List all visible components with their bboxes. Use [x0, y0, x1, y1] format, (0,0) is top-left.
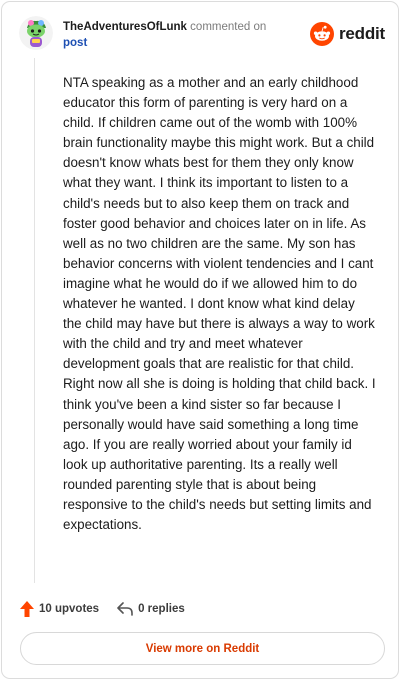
reddit-wordmark: reddit	[339, 24, 386, 43]
comment-actions: 10 upvotes 0 replies	[20, 599, 185, 619]
embedded-comment-card: TheAdventuresOfLunk commented on post re…	[1, 1, 399, 679]
reply-count: 0 replies	[138, 603, 185, 615]
reddit-logo[interactable]: reddit	[310, 21, 385, 47]
snoo-avatar[interactable]	[19, 16, 53, 50]
upvote-arrow-icon	[20, 601, 34, 617]
thread-line	[34, 58, 35, 583]
post-link[interactable]: post	[63, 35, 293, 51]
reply-button[interactable]: 0 replies	[117, 602, 185, 616]
commented-on-text: commented on	[190, 21, 267, 33]
reddit-alien-icon	[310, 22, 334, 46]
view-more-button[interactable]: View more on Reddit	[20, 632, 385, 665]
upvote-button[interactable]: 10 upvotes	[20, 601, 99, 617]
comment-header: TheAdventuresOfLunk commented on post re…	[2, 2, 398, 62]
username-link[interactable]: TheAdventuresOfLunk	[63, 21, 187, 33]
upvote-count: 10 upvotes	[39, 603, 100, 615]
comment-meta: TheAdventuresOfLunk commented on post	[63, 19, 293, 51]
comment-body: NTA speaking as a mother and an early ch…	[63, 75, 376, 533]
reply-arrow-icon	[117, 602, 133, 616]
